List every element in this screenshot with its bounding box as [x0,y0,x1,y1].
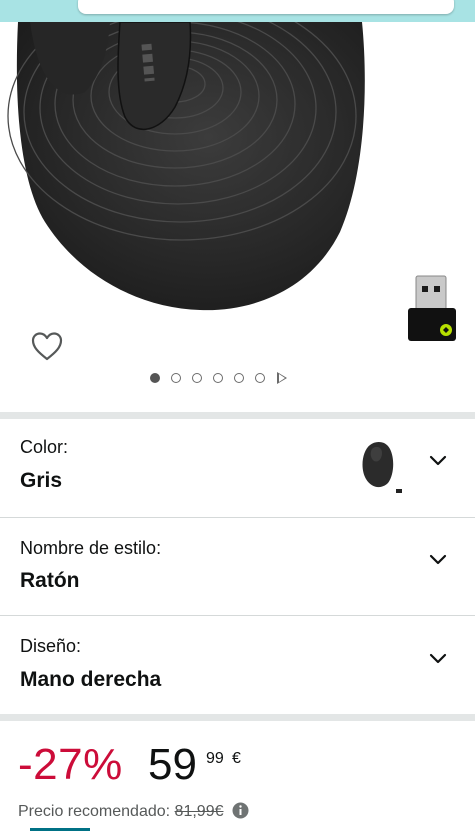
option-label: Diseño: [20,636,82,656]
color-swatch-thumbnail [362,441,402,493]
recommended-price-value: 81,99€ [174,803,224,820]
pagination-dot[interactable] [192,373,202,383]
price-whole: 59 [148,740,197,789]
section-separator [0,412,475,419]
pagination-dot[interactable] [234,373,244,383]
play-triangle-icon[interactable] [277,372,287,384]
option-value: Ratón [20,569,80,592]
product-image-gallery[interactable] [0,22,475,412]
search-field[interactable] [78,0,454,14]
style-name-selector[interactable]: Nombre de estilo: Ratón [0,518,475,615]
image-pagination-dots[interactable] [150,372,287,384]
usb-receiver-image [408,275,456,341]
chevron-down-icon[interactable] [429,653,447,665]
discount-percentage: -27% [18,740,123,789]
price-fraction: 99 [206,750,224,767]
price-currency: € [232,750,241,767]
option-label: Nombre de estilo: [20,538,162,558]
info-icon[interactable] [232,802,249,819]
option-label: Color: [20,437,69,457]
heart-icon[interactable] [30,330,64,362]
chevron-down-icon[interactable] [429,455,447,467]
recommended-price: Precio recomendado: 81,99€ [18,802,249,821]
pagination-dot[interactable] [255,373,265,383]
pagination-dot[interactable] [150,373,160,383]
option-value: Mano derecha [20,668,162,691]
chevron-down-icon[interactable] [429,554,447,566]
design-selector[interactable]: Diseño: Mano derecha [0,616,475,714]
recommended-price-label: Precio recomendado: [18,803,171,820]
pagination-dot[interactable] [171,373,181,383]
section-separator [0,714,475,721]
option-value: Gris [20,469,63,492]
top-search-bar [0,0,475,22]
color-selector[interactable]: Color: Gris [0,419,475,517]
pagination-dot[interactable] [213,373,223,383]
